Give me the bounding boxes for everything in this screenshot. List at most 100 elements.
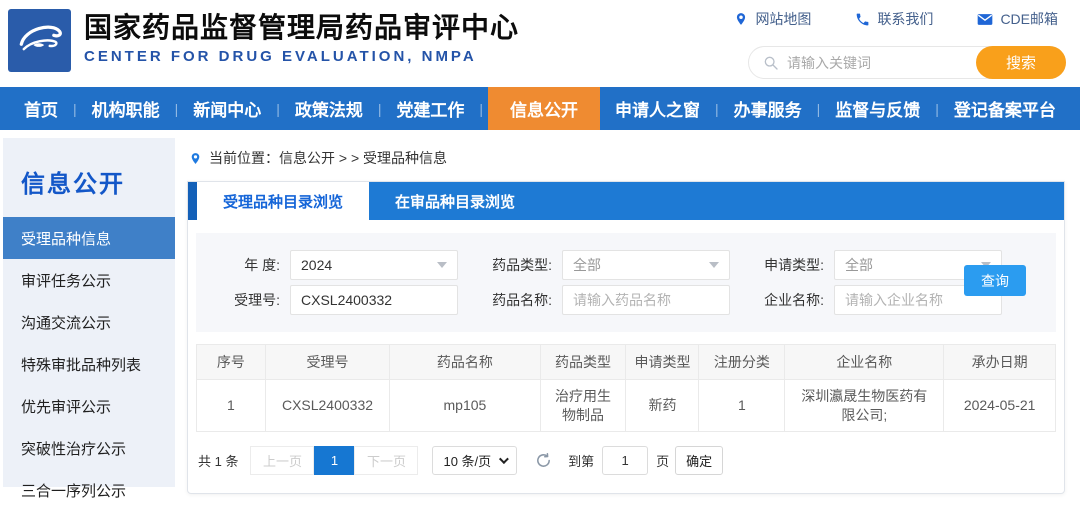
cell-drug-name: mp105 [389,379,541,432]
location-pin-icon [191,152,200,164]
cell-drug-type: 治疗用生物制品 [539,379,627,432]
cell-date: 2024-05-21 [943,379,1056,432]
sidebar-item-special-approval[interactable]: 特殊审批品种列表 [3,343,175,385]
filter-panel: 年 度: 2024 药品类型: 全部 申请类型: 全部 受理号: CXSL240… [196,233,1056,332]
site-subtitle: CENTER FOR DRUG EVALUATION, NMPA [84,48,477,65]
cell-registration-class: 1 [698,379,786,432]
sidebar-item-three-in-one[interactable]: 三合一序列公示 [3,469,175,511]
pagination: 共 1 条 上一页 1 下一页 10 条/页 到第 页 确定 [198,446,1056,477]
cell-acceptance-no: CXSL2400332 [264,379,391,432]
nav-separator: | [276,100,280,117]
nav-separator: | [715,100,719,117]
phone-icon [857,13,869,25]
nav-separator: | [816,100,821,117]
table-row: 1 CXSL2400332 mp105 治疗用生物制品 新药 1 深圳瀛晟生物医… [196,379,1056,432]
goto-confirm-button[interactable]: 确定 [675,446,724,475]
nav-item-party[interactable]: 党建工作 [386,87,474,130]
nav-item-supervision[interactable]: 监督与反馈 [825,87,930,130]
nav-separator: | [72,100,77,117]
results-table: 序号 受理号 药品名称 药品类型 申请类型 注册分类 企业名称 承办日期 1 C… [196,344,1056,432]
chevron-down-icon [437,262,447,268]
year-select-value: 2024 [301,257,333,273]
goto-page-prefix: 到第 [568,454,595,469]
site-search-button[interactable]: 搜索 [976,46,1066,79]
tab-under-review-catalog[interactable]: 在审品种目录浏览 [369,182,541,220]
chevron-down-icon [499,454,510,465]
site-title: 国家药品监督管理局药品审评中心 [84,12,520,43]
nav-separator: | [479,100,484,117]
col-header-drug-type: 药品类型 [539,344,627,380]
page-size-select[interactable]: 10 条/页 [432,446,518,475]
cell-company: 深圳瀛晟生物医药有限公司; [784,379,945,432]
sidebar-item-accepted-varieties[interactable]: 受理品种信息 [3,217,175,259]
contact-label: 联系我们 [877,11,934,27]
col-header-company: 企业名称 [784,344,945,380]
sitemap-link[interactable]: 网站地图 [734,9,811,29]
year-label: 年 度: [244,257,280,273]
sidebar-item-priority-review[interactable]: 优先审评公示 [3,385,175,427]
envelope-icon [978,13,993,25]
next-page-button[interactable]: 下一页 [354,446,419,475]
sidebar-item-breakthrough-therapy[interactable]: 突破性治疗公示 [3,427,175,469]
table-header-row: 序号 受理号 药品名称 药品类型 申请类型 注册分类 企业名称 承办日期 [196,344,1056,380]
goto-page-input[interactable] [602,446,649,475]
apply-type-select-value: 全部 [845,257,873,273]
col-header-acceptance-no: 受理号 [264,344,391,380]
sidebar-title: 信息公开 [21,171,125,198]
mailbox-label: CDE邮箱 [1000,11,1058,27]
acceptance-no-input[interactable] [290,285,458,315]
sidebar: 信息公开 受理品种信息 审评任务公示 沟通交流公示 特殊审批品种列表 优先审评公… [3,138,175,500]
nav-item-registration-platform[interactable]: 登记备案平台 [944,87,1066,130]
page-number-button[interactable]: 1 [314,446,355,475]
prev-page-button[interactable]: 上一页 [250,446,315,475]
pagination-total: 共 1 条 [198,454,239,469]
sidebar-item-communication[interactable]: 沟通交流公示 [3,301,175,343]
nav-item-policies[interactable]: 政策法规 [285,87,373,130]
drug-type-label: 药品类型: [492,257,552,273]
col-header-registration-class: 注册分类 [698,344,786,380]
cell-apply-type: 新药 [625,379,700,432]
nav-separator: | [935,100,939,117]
cde-logo-emblem [19,25,62,50]
goto-page-suffix: 页 [656,454,670,469]
col-header-drug-name: 药品名称 [389,344,541,380]
cell-index: 1 [196,379,266,432]
refresh-icon[interactable] [535,452,552,469]
drug-name-input[interactable] [562,285,730,315]
chevron-down-icon [709,262,719,268]
tab-bar: 受理品种目录浏览 在审品种目录浏览 [188,182,1064,220]
breadcrumb: 当前位置：信息公开 > > 受理品种信息 [189,148,1065,168]
col-header-apply-type: 申请类型 [625,344,700,380]
nav-item-home[interactable]: 首页 [14,87,68,130]
company-name-label: 企业名称: [764,292,824,308]
sitemap-label: 网站地图 [755,11,812,27]
search-icon [764,56,778,70]
breadcrumb-text: 当前位置：信息公开 > > 受理品种信息 [209,150,448,166]
nav-item-applicant[interactable]: 申请人之窗 [605,87,710,130]
site-header: 国家药品监督管理局药品审评中心 CENTER FOR DRUG EVALUATI… [0,0,1080,87]
nav-item-functions[interactable]: 机构职能 [82,87,170,130]
sidebar-item-review-tasks[interactable]: 审评任务公示 [3,259,175,301]
drug-type-select-value: 全部 [573,257,601,273]
tab-bar-accent [188,182,197,220]
site-search-input[interactable] [787,54,969,71]
main-content: 当前位置：信息公开 > > 受理品种信息 受理品种目录浏览 在审品种目录浏览 年… [187,138,1065,494]
year-select[interactable]: 2024 [290,250,458,280]
contact-link[interactable]: 联系我们 [855,9,933,29]
acceptance-no-label: 受理号: [234,292,280,308]
mailbox-link[interactable]: CDE邮箱 [977,9,1058,29]
nav-item-news[interactable]: 新闻中心 [183,87,271,130]
nav-item-info-disclosure[interactable]: 信息公开 [488,87,601,130]
header-links: 网站地图 联系我们 CDE邮箱 [734,9,1058,29]
drug-type-select[interactable]: 全部 [562,250,730,280]
content-panel: 受理品种目录浏览 在审品种目录浏览 年 度: 2024 药品类型: 全部 申请类… [187,181,1065,494]
nav-separator: | [377,100,382,117]
nav-item-services[interactable]: 办事服务 [724,87,812,130]
drug-name-label: 药品名称: [492,292,552,308]
query-button[interactable]: 查询 [964,265,1026,296]
apply-type-label: 申请类型: [764,257,824,273]
nav-separator: | [174,100,179,117]
page-size-value: 10 条/页 [443,454,492,469]
location-pin-icon [737,13,746,25]
tab-accepted-catalog[interactable]: 受理品种目录浏览 [197,182,370,220]
